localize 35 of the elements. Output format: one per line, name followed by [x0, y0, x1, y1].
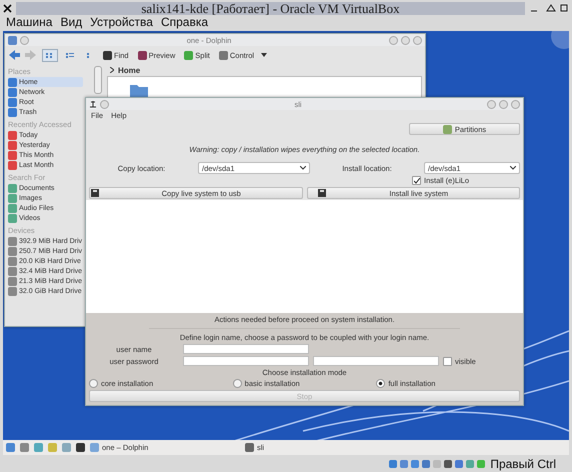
- launcher-icon[interactable]: [6, 443, 15, 452]
- app-icon: [89, 100, 97, 108]
- caret-icon[interactable]: [261, 53, 268, 57]
- chevron-icon: [110, 67, 114, 73]
- user-name-field[interactable]: [183, 344, 309, 354]
- menu-item[interactable]: Машина: [6, 16, 52, 29]
- close-icon[interactable]: [3, 4, 12, 12]
- back-arrow-icon[interactable]: [8, 50, 20, 60]
- host-key-label: Правый Ctrl: [490, 456, 556, 470]
- window-title: salix141-kde [Работает] - Oracle VM VirtualBox: [16, 2, 525, 14]
- grid-icon: [45, 52, 55, 58]
- app-icon[interactable]: [34, 443, 43, 452]
- forward-arrow-icon[interactable]: [25, 50, 37, 60]
- app-icon: [8, 36, 17, 44]
- window-controls-icon[interactable]: [529, 3, 569, 13]
- breadcrumb[interactable]: Home: [104, 64, 425, 76]
- list-icon: [65, 52, 75, 58]
- pin-icon[interactable]: [100, 100, 109, 108]
- chevron-down-icon: [510, 166, 516, 170]
- checkbox[interactable]: [443, 356, 452, 366]
- menu-item[interactable]: Справка: [160, 16, 208, 29]
- chevron-down-icon: [300, 166, 306, 170]
- minimize-icon[interactable]: [487, 100, 496, 108]
- maximize-icon[interactable]: [401, 36, 410, 44]
- pin-icon[interactable]: [20, 36, 29, 44]
- menu-item[interactable]: Устройства: [90, 16, 153, 29]
- maximize-icon[interactable]: [499, 100, 508, 108]
- icons-view-button[interactable]: [42, 48, 58, 62]
- checkbox[interactable]: [412, 176, 421, 185]
- menu-item[interactable]: Вид: [60, 16, 82, 29]
- password-field[interactable]: [183, 356, 309, 366]
- scrollbar[interactable]: [94, 66, 102, 94]
- minimize-icon[interactable]: [389, 36, 398, 44]
- password-confirm-field[interactable]: [313, 356, 439, 366]
- app-icon[interactable]: [62, 443, 71, 452]
